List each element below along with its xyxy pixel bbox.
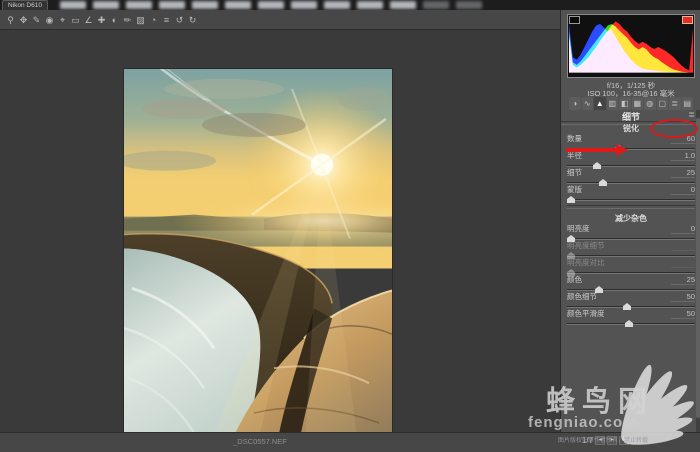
slider-track[interactable] xyxy=(567,320,695,328)
background-blur-icon xyxy=(456,1,482,9)
slider-knob[interactable] xyxy=(623,303,631,310)
slider-value[interactable]: 0 xyxy=(671,224,695,234)
tab-effects[interactable]: ◍ xyxy=(644,97,656,110)
slider-label: 细节 xyxy=(567,168,582,177)
slider-label: 蒙版 xyxy=(567,185,582,194)
white-balance-tool-icon[interactable]: ✎ xyxy=(30,11,43,29)
background-blur-icon xyxy=(390,1,416,9)
arrow-shaft xyxy=(566,148,616,152)
image-pager: 1/7 ◂ ▸ ≣ xyxy=(582,436,630,445)
slider-label: 颜色平滑度 xyxy=(567,309,605,318)
panel-scrollbar[interactable] xyxy=(696,110,700,452)
image-canvas[interactable] xyxy=(0,30,560,452)
slider-row: 蒙版 0 xyxy=(567,185,695,204)
slider-track[interactable] xyxy=(567,196,695,204)
adjustment-brush-tool-icon[interactable]: ✏ xyxy=(121,11,134,29)
slider-knob[interactable] xyxy=(567,269,575,276)
slider-knob[interactable] xyxy=(567,235,575,242)
background-blur-icon xyxy=(93,1,119,9)
background-blur-icon xyxy=(126,1,152,9)
red-eye-tool-icon[interactable]: ◐ xyxy=(108,11,121,29)
tab-lens-corrections[interactable]: ▦ xyxy=(631,97,643,110)
tab-basic[interactable]: ◑ xyxy=(569,97,581,110)
spot-removal-tool-icon[interactable]: ✚ xyxy=(95,11,108,29)
camera-raw-window: Nikon D610 ⚲✥✎◉⌖▭∠✚◐✏▨◔≡↺↻ ▣ xyxy=(0,0,700,452)
highlight-ellipse-annotation xyxy=(650,119,698,138)
background-blur-icon xyxy=(159,1,185,9)
next-image-button[interactable]: ▸ xyxy=(607,436,618,445)
tab-split-toning[interactable]: ◧ xyxy=(619,97,631,110)
slider-knob[interactable] xyxy=(599,179,607,186)
slider-value[interactable]: 50 xyxy=(671,292,695,302)
background-blur-icon xyxy=(258,1,284,9)
background-blur-icon xyxy=(60,1,86,9)
background-blur-icon xyxy=(225,1,251,9)
tab-snapshots[interactable]: ▤ xyxy=(681,97,693,110)
slider-row: 颜色平滑度 50 xyxy=(567,309,695,328)
adjustments-panel: f/16，1/125 秒 ISO 100，16-35@16 毫米 ◑ ∿ ▲ ▥ ◧ ▦ ◍… xyxy=(560,10,700,452)
slider-value[interactable] xyxy=(671,267,695,268)
slider-value[interactable]: 0 xyxy=(671,185,695,195)
arrow-head xyxy=(616,144,628,156)
background-blur-icon xyxy=(357,1,383,9)
tab-camera-calibration[interactable]: ▢ xyxy=(656,97,668,110)
slider-knob[interactable] xyxy=(593,162,601,169)
slider-label: 明亮度 xyxy=(567,224,590,233)
zoom-tool-icon[interactable]: ⚲ xyxy=(4,11,17,29)
slider-value[interactable]: 50 xyxy=(671,309,695,319)
slider-row: 细节 25 xyxy=(567,168,695,186)
background-blur-icon xyxy=(192,1,218,9)
divider xyxy=(567,205,695,209)
tab-tone-curve[interactable]: ∿ xyxy=(581,97,593,110)
background-blur-icon xyxy=(291,1,317,9)
rotate-left-tool-icon[interactable]: ↺ xyxy=(173,11,186,29)
targeted-adjustment-tool-icon[interactable]: ⌖ xyxy=(56,11,69,29)
hand-tool-icon[interactable]: ✥ xyxy=(17,11,30,29)
pager-count: 1/7 xyxy=(582,436,594,445)
tab-detail[interactable]: ▲ xyxy=(594,97,606,110)
previous-image-button[interactable]: ◂ xyxy=(595,436,606,445)
panel-menu-icon[interactable]: ≣ xyxy=(688,110,695,119)
arrow-annotation xyxy=(566,144,628,156)
slider-row: 明亮度对比 xyxy=(567,258,695,276)
straighten-tool-icon[interactable]: ∠ xyxy=(82,11,95,29)
rotate-right-tool-icon[interactable]: ↻ xyxy=(186,11,199,29)
slider-label: 数量 xyxy=(567,134,582,143)
slider-value[interactable] xyxy=(671,250,695,251)
filmstrip-icon[interactable]: ≣ xyxy=(619,436,630,445)
tab-hsl-grayscale[interactable]: ▥ xyxy=(606,97,618,110)
preferences-tool-icon[interactable]: ≡ xyxy=(160,11,173,29)
tab-presets[interactable]: ≣ xyxy=(669,97,681,110)
slider-label: 颜色细节 xyxy=(567,292,597,301)
window-title: Nikon D610 xyxy=(2,0,48,10)
toolbar: ⚲ ✥ ✎ ◉ ⌖ ▭ ∠ ✚ ◐ ✏ ▨ ◔ ≡ ↺ ↻ xyxy=(0,10,560,30)
slider-knob[interactable] xyxy=(625,320,633,327)
radial-filter-tool-icon[interactable]: ◔ xyxy=(147,11,160,29)
crop-tool-icon[interactable]: ▭ xyxy=(69,11,82,29)
background-blur-icon xyxy=(324,1,350,9)
background-window-strip xyxy=(0,0,700,10)
slider-knob[interactable] xyxy=(595,286,603,293)
filename-label: _DSC0557.NEF xyxy=(233,437,287,446)
scrollbar-thumb[interactable] xyxy=(696,118,700,418)
color-sampler-tool-icon[interactable]: ◉ xyxy=(43,11,56,29)
graduated-filter-tool-icon[interactable]: ▨ xyxy=(134,11,147,29)
panel-tabs: ◑ ∿ ▲ ▥ ◧ ▦ ◍ ▢ ≣ ▤ xyxy=(569,97,693,110)
slider-value[interactable]: 25 xyxy=(671,275,695,285)
photo-preview[interactable] xyxy=(124,69,392,452)
histogram xyxy=(567,14,695,78)
slider-knob[interactable] xyxy=(567,252,575,259)
slider-value[interactable]: 1.0 xyxy=(671,151,695,161)
slider-knob[interactable] xyxy=(567,196,575,203)
slider-value[interactable]: 25 xyxy=(671,168,695,178)
background-blur-icon xyxy=(423,1,449,9)
